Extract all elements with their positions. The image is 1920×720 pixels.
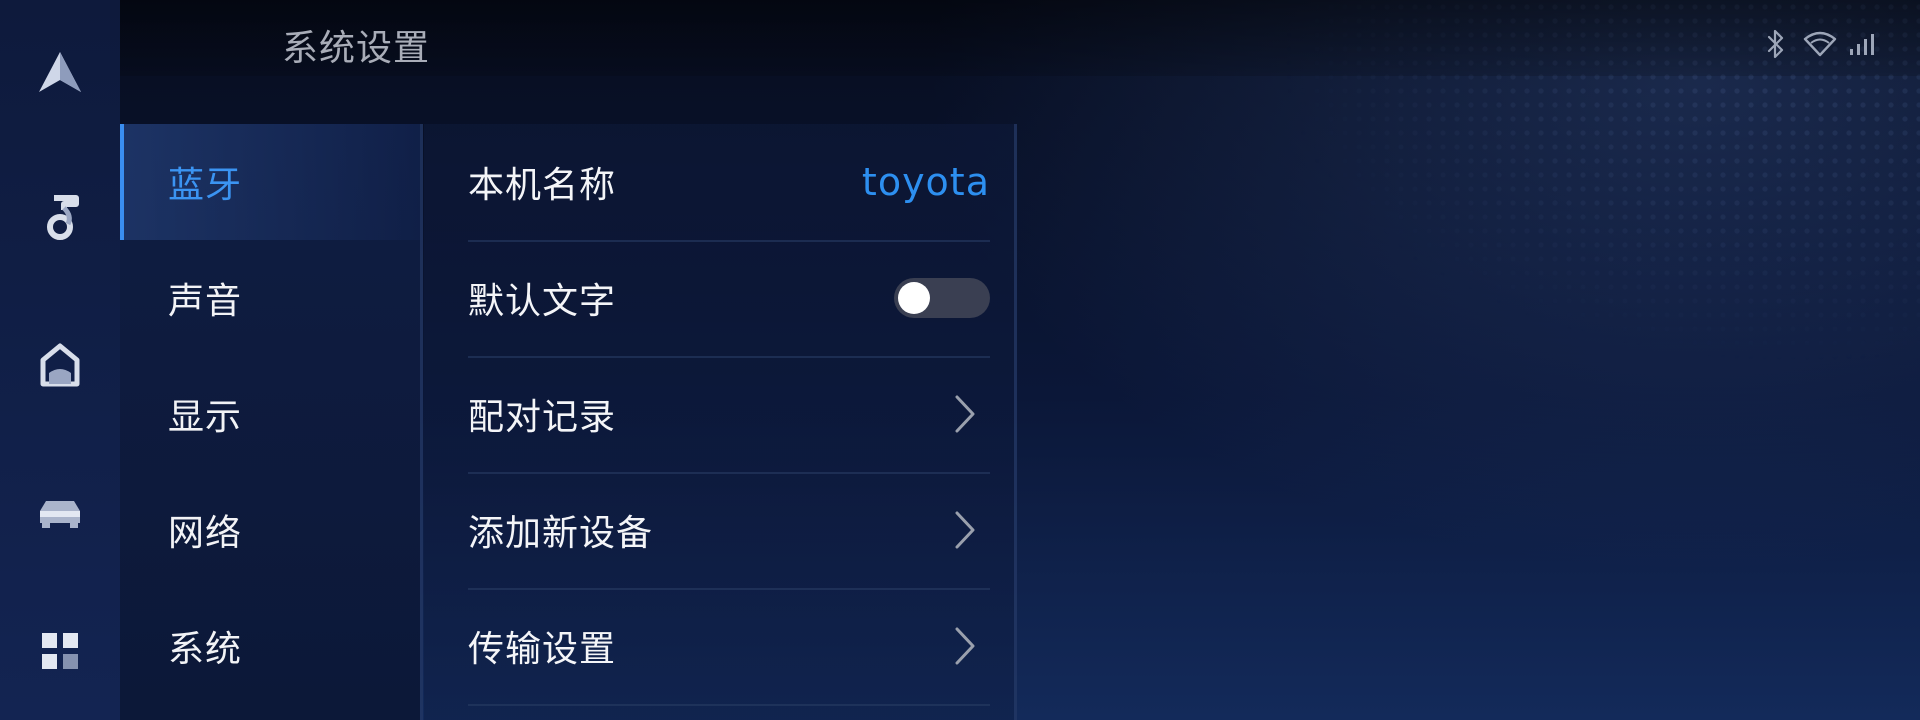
bluetooth-settings-panel: 本机名称 toyota 默认文字 配对记录 添加新设备 传输设置 [424,124,1014,720]
nav-music-button[interactable] [0,163,120,273]
bluetooth-icon [1760,28,1792,60]
chevron-right-icon [955,627,975,665]
car-icon [40,501,80,528]
background-dot-pattern [1100,0,1920,720]
chevron-right-icon [955,511,975,549]
category-sound[interactable]: 声音 [120,240,420,356]
default-text-label: 默认文字 [468,281,617,322]
default-text-toggle[interactable] [894,278,990,318]
device-name-value: toyota [861,160,990,204]
add-device-row[interactable]: 添加新设备 [468,472,990,590]
nav-apps-button[interactable] [0,596,120,706]
home-icon [40,343,80,387]
category-label: 网络 [168,513,243,554]
pairing-history-label: 配对记录 [468,397,617,438]
panel-divider [1014,124,1017,720]
add-device-label: 添加新设备 [468,513,654,554]
category-label: 蓝牙 [168,165,243,206]
default-text-row: 默认文字 [468,240,990,358]
nav-vehicle-button[interactable] [0,458,120,568]
settings-category-list: 蓝牙 声音 显示 网络 系统 [120,124,420,720]
category-label: 声音 [168,281,243,322]
nav-home-button[interactable] [0,310,120,420]
navigation-icon [39,52,81,92]
category-bluetooth[interactable]: 蓝牙 [120,124,420,240]
category-label: 系统 [168,629,243,670]
signal-icon [1846,28,1880,60]
page-title: 系统设置 [282,28,431,69]
transfer-settings-label: 传输设置 [468,629,617,670]
nav-navigation-button[interactable] [0,17,120,127]
device-name-label: 本机名称 [468,165,617,206]
category-divider [420,124,423,720]
transfer-settings-row[interactable]: 传输设置 [468,588,990,706]
category-label: 显示 [168,397,243,438]
category-system[interactable]: 系统 [120,588,420,704]
apps-icon [42,633,78,669]
category-display[interactable]: 显示 [120,356,420,472]
chevron-right-icon [955,395,975,433]
category-network[interactable]: 网络 [120,472,420,588]
wifi-icon [1800,28,1840,60]
nav-rail [0,0,120,720]
pairing-history-row[interactable]: 配对记录 [468,356,990,474]
music-icon [47,195,79,240]
device-name-row[interactable]: 本机名称 toyota [468,124,990,242]
toggle-knob [898,282,930,314]
